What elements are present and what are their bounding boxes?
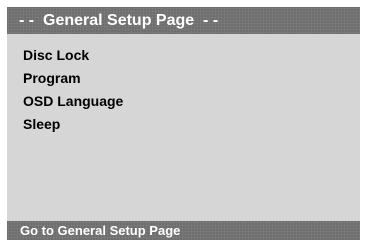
menu-item-disc-lock[interactable]: Disc Lock [23, 44, 123, 67]
menu-item-sleep[interactable]: Sleep [23, 113, 123, 136]
setup-menu-panel: - - General Setup Page - - Disc Lock Pro… [7, 7, 360, 240]
status-text: Go to General Setup Page [20, 223, 181, 238]
menu-header: - - General Setup Page - - [7, 7, 360, 34]
page-title: - - General Setup Page - - [19, 12, 219, 29]
menu-item-program[interactable]: Program [23, 67, 123, 90]
status-bar: Go to General Setup Page [7, 221, 360, 240]
menu-item-list: Disc Lock Program OSD Language Sleep [23, 44, 123, 136]
menu-item-osd-language[interactable]: OSD Language [23, 90, 123, 113]
